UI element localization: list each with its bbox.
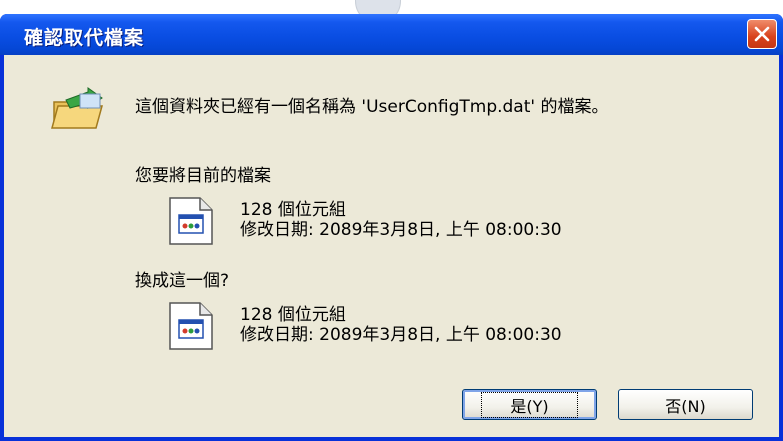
confirm-replace-dialog: 確認取代檔案 這個資料夾已經有一個名稱為 'UserConfigTmp.dat'… xyxy=(0,14,783,441)
new-file-size: 128 個位元組 xyxy=(240,305,346,325)
no-button-label: 否(N) xyxy=(665,396,706,416)
yes-button-label: 是(Y) xyxy=(481,391,578,418)
replace-message: 這個資料夾已經有一個名稱為 'UserConfigTmp.dat' 的檔案。 xyxy=(135,97,609,117)
no-button[interactable]: 否(N) xyxy=(618,389,753,420)
new-file-info: 128 個位元組 修改日期: 2089年3月8日, 上午 08:00:30 xyxy=(240,305,562,345)
file-icon xyxy=(169,302,213,350)
new-file-modified: 修改日期: 2089年3月8日, 上午 08:00:30 xyxy=(240,325,562,345)
question-replace-label: 您要將目前的檔案 xyxy=(135,166,271,186)
dialog-title: 確認取代檔案 xyxy=(24,27,145,49)
dialog-body: 這個資料夾已經有一個名稱為 'UserConfigTmp.dat' 的檔案。 您… xyxy=(4,55,779,437)
existing-file-info: 128 個位元組 修改日期: 2089年3月8日, 上午 08:00:30 xyxy=(240,200,562,240)
folder-move-icon xyxy=(51,87,103,129)
existing-file-size: 128 個位元組 xyxy=(240,200,346,220)
file-icon xyxy=(169,197,213,245)
existing-file-modified: 修改日期: 2089年3月8日, 上午 08:00:30 xyxy=(240,220,562,240)
question-with-label: 換成這一個? xyxy=(135,271,230,291)
close-icon xyxy=(754,26,770,42)
yes-button[interactable]: 是(Y) xyxy=(462,389,597,420)
title-bar[interactable]: 確認取代檔案 xyxy=(0,14,783,55)
close-button[interactable] xyxy=(747,19,777,49)
